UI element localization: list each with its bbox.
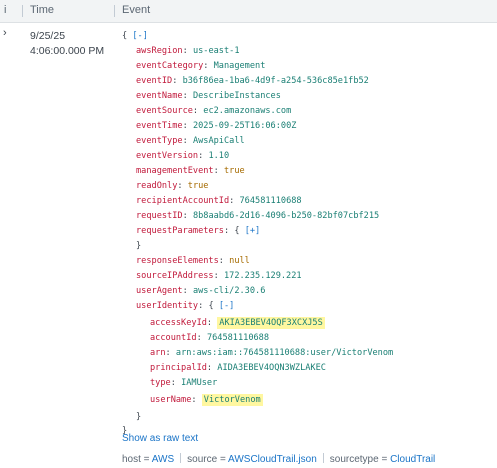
field-value[interactable]: 2025-09-25T16:06:00Z xyxy=(193,121,296,131)
field-requestParameters: requestParameters: { [+] xyxy=(136,226,261,236)
column-divider xyxy=(22,5,23,17)
field-key[interactable]: recipientAccountId xyxy=(136,196,229,206)
event-metadata: host = AWS source = AWSCloudTrail.json sou… xyxy=(122,453,435,465)
field-key[interactable]: awsRegion xyxy=(136,46,183,56)
field-managementEvent: managementEvent: true xyxy=(136,166,245,176)
field-readOnly: readOnly: true xyxy=(136,181,209,191)
field-key[interactable]: accessKeyId xyxy=(150,318,207,328)
field-key[interactable]: eventSource xyxy=(136,106,193,116)
field-value[interactable]: b36f86ea-1ba6-4d9f-a254-536c85e1fb52 xyxy=(183,76,369,86)
field-key[interactable]: requestID xyxy=(136,211,183,221)
field-key[interactable]: managementEvent xyxy=(136,166,214,176)
field-value[interactable]: aws-cli/2.30.6 xyxy=(193,286,265,296)
field-value[interactable]: 1.10 xyxy=(208,151,229,161)
collapse-toggle[interactable]: [-] xyxy=(219,301,235,311)
field-awsRegion: awsRegion: us-east-1 xyxy=(136,46,240,56)
field-eventCategory: eventCategory: Management xyxy=(136,61,266,71)
field-eventID: eventID: b36f86ea-1ba6-4d9f-a254-536c85e… xyxy=(136,76,369,86)
event-timestamp: 9/25/25 4:06:00.000 PM xyxy=(30,29,104,59)
field-key[interactable]: requestParameters xyxy=(136,226,224,236)
event-date: 9/25/25 xyxy=(30,30,66,42)
field-accessKeyId: accessKeyId: AKIA3EBEV4OQF3XCXJ5S xyxy=(150,317,325,329)
field-principalId: principalId: AIDA3EBEV4OQN3WZLAKEC xyxy=(150,363,326,373)
field-key[interactable]: userAgent xyxy=(136,286,183,296)
field-sourceIPAddress: sourceIPAddress: 172.235.129.221 xyxy=(136,271,302,281)
field-key[interactable]: userName xyxy=(150,395,191,405)
field-responseElements: responseElements: null xyxy=(136,256,250,266)
field-value[interactable]: DescribeInstances xyxy=(193,91,281,101)
field-value[interactable]: AIDA3EBEV4OQN3WZLAKEC xyxy=(217,363,326,373)
results-header: i Time Event xyxy=(0,0,497,23)
field-value[interactable]: us-east-1 xyxy=(193,46,240,56)
field-key[interactable]: responseElements xyxy=(136,256,219,266)
field-eventName: eventName: DescribeInstances xyxy=(136,91,281,101)
field-key[interactable]: accountId xyxy=(150,333,197,343)
field-value[interactable]: true xyxy=(224,166,245,176)
info-icon[interactable]: i xyxy=(4,4,6,16)
field-key[interactable]: type xyxy=(150,378,171,388)
field-eventType: eventType: AwsApiCall xyxy=(136,136,245,146)
column-header-event[interactable]: Event xyxy=(122,4,150,16)
field-recipientAccountId: recipientAccountId: 764581110688 xyxy=(136,196,302,206)
meta-divider xyxy=(322,453,324,463)
field-value[interactable]: IAMUser xyxy=(181,378,217,388)
field-key[interactable]: userIdentity xyxy=(136,301,198,311)
field-value[interactable]: AwsApiCall xyxy=(193,136,245,146)
field-value[interactable]: 764581110688 xyxy=(240,196,302,206)
column-header-time[interactable]: Time xyxy=(30,4,54,16)
collapse-toggle[interactable]: [-] xyxy=(132,31,148,41)
sourcetype-value[interactable]: CloudTrail xyxy=(390,454,435,465)
field-value[interactable]: arn:aws:iam::764581110688:user/VictorVen… xyxy=(176,348,393,358)
json-object-close: } xyxy=(136,412,142,422)
source-label: source = xyxy=(187,454,229,465)
field-value-highlighted[interactable]: AKIA3EBEV4OQF3XCXJ5S xyxy=(217,317,325,329)
field-value[interactable]: 8b8aabd6-2d16-4096-b250-82bf07cbf215 xyxy=(193,211,379,221)
field-eventTime: eventTime: 2025-09-25T16:06:00Z xyxy=(136,121,297,131)
field-type: type: IAMUser xyxy=(150,378,218,388)
field-value[interactable]: ec2.amazonaws.com xyxy=(203,106,291,116)
field-arn: arn: arn:aws:iam::764581110688:user/Vict… xyxy=(150,348,394,358)
event-time: 4:06:00.000 PM xyxy=(30,45,105,57)
field-key[interactable]: eventTime xyxy=(136,121,183,131)
field-userIdentity: userIdentity: { [-] xyxy=(136,301,235,311)
host-value[interactable]: AWS xyxy=(152,454,174,465)
host-label: host = xyxy=(122,454,152,465)
field-value[interactable]: 764581110688 xyxy=(207,333,269,343)
field-value-highlighted[interactable]: VictorVenom xyxy=(201,394,263,406)
chevron-right-icon[interactable]: › xyxy=(3,27,7,39)
field-userName: userName: VictorVenom xyxy=(150,394,263,406)
field-value[interactable]: Management xyxy=(214,61,266,71)
field-eventSource: eventSource: ec2.amazonaws.com xyxy=(136,106,292,116)
field-key[interactable]: sourceIPAddress xyxy=(136,271,214,281)
field-value[interactable]: true xyxy=(188,181,209,191)
field-key[interactable]: readOnly xyxy=(136,181,177,191)
field-userAgent: userAgent: aws-cli/2.30.6 xyxy=(136,286,266,296)
field-key[interactable]: eventVersion xyxy=(136,151,198,161)
field-key[interactable]: principalId xyxy=(150,363,207,373)
meta-divider xyxy=(180,453,182,463)
field-key[interactable]: eventCategory xyxy=(136,61,203,71)
field-key[interactable]: eventID xyxy=(136,76,172,86)
show-raw-text-link[interactable]: Show as raw text xyxy=(122,433,198,444)
field-key[interactable]: eventName xyxy=(136,91,183,101)
field-value[interactable]: null xyxy=(229,256,250,266)
json-root-open: { [-] xyxy=(122,31,148,41)
sourcetype-label: sourcetype = xyxy=(329,454,391,465)
field-requestID: requestID: 8b8aabd6-2d16-4096-b250-82bf0… xyxy=(136,211,380,221)
field-key[interactable]: arn xyxy=(150,348,166,358)
column-divider xyxy=(114,5,115,17)
field-key[interactable]: eventType xyxy=(136,136,183,146)
json-object-close: } xyxy=(136,241,142,251)
source-value[interactable]: AWSCloudTrail.json xyxy=(228,454,317,465)
expand-toggle[interactable]: [+] xyxy=(245,226,261,236)
field-value[interactable]: 172.235.129.221 xyxy=(224,271,302,281)
field-accountId: accountId: 764581110688 xyxy=(150,333,270,343)
field-eventVersion: eventVersion: 1.10 xyxy=(136,151,230,161)
